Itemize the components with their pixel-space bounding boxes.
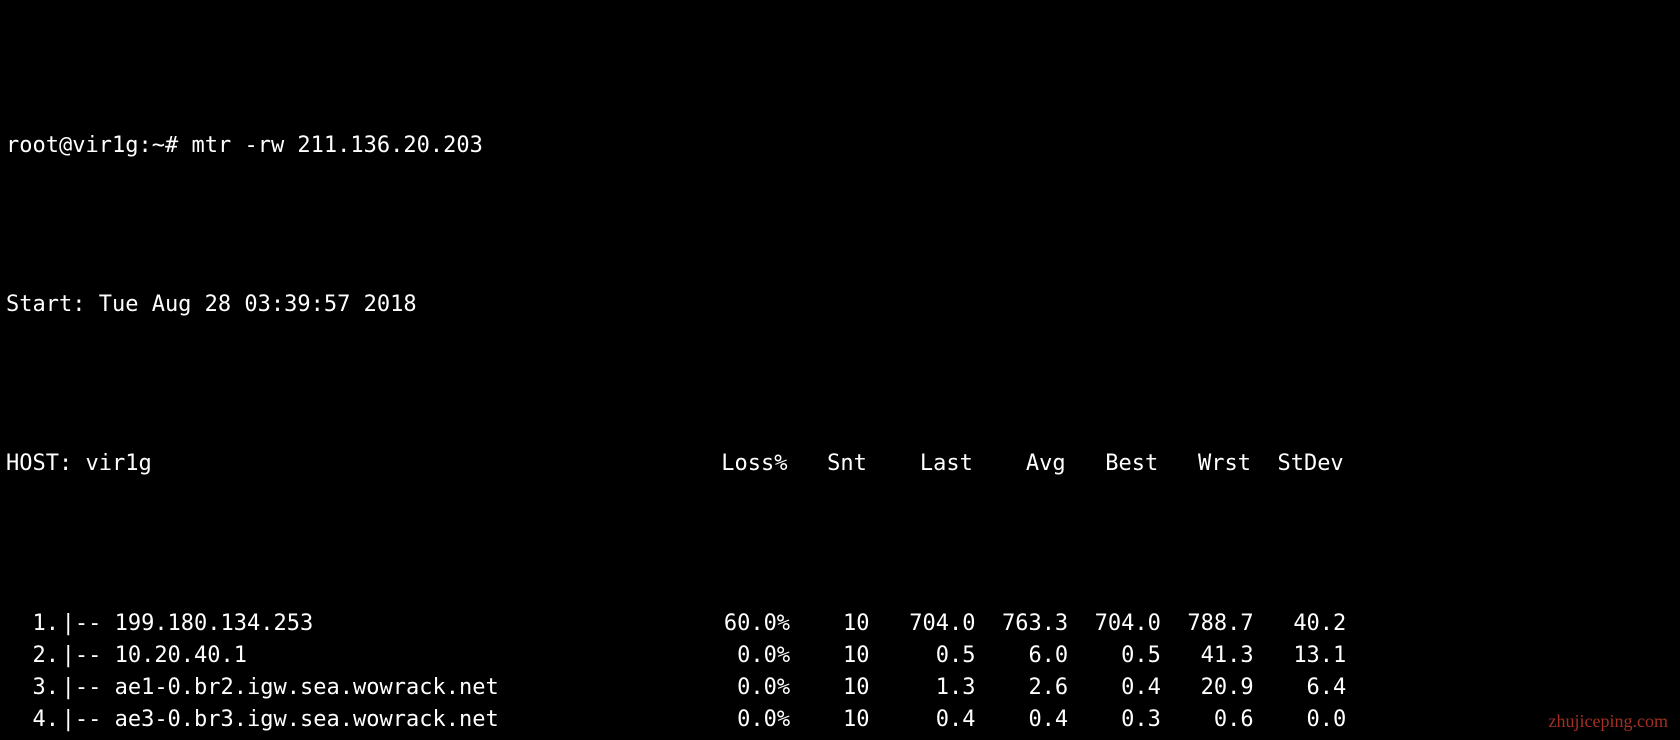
mtr-header-row: HOST: vir1gLoss%SntLastAvgBestWrstStDev (6, 448, 1674, 480)
hop-host: ae3-0.br3.igw.sea.wowrack.net (115, 704, 711, 736)
prompt-path: ~ (152, 130, 165, 162)
hop-snt: 10 (790, 640, 869, 672)
prompt-user: root (6, 130, 59, 162)
hop-wrst: 20.9 (1161, 672, 1254, 704)
hop-wrst: 0.6 (1161, 704, 1254, 736)
prompt-colon: : (138, 130, 151, 162)
header-stdev: StDev (1251, 448, 1344, 480)
hop-index: 3. (6, 672, 59, 704)
hop-avg: 0.4 (975, 704, 1068, 736)
watermark-text: zhujiceping.com (1549, 708, 1668, 734)
hop-separator: |-- (59, 704, 115, 736)
hop-loss: 0.0% (711, 735, 790, 740)
prompt-at: @ (59, 130, 72, 162)
space (178, 130, 191, 162)
hop-wrst: 41.3 (1161, 640, 1254, 672)
hop-last: 0.5 (870, 640, 976, 672)
mtr-hop-row: 2.|-- 10.20.40.10.0%100.56.00.541.313.1 (6, 640, 1674, 672)
hop-best: 0.4 (1068, 672, 1161, 704)
hop-host: ae1-0.br2.igw.sea.wowrack.net (115, 672, 711, 704)
hop-best: 0.3 (1068, 704, 1161, 736)
hop-snt: 10 (790, 735, 869, 740)
prompt-line: root@vir1g:~# mtr -rw 211.136.20.203 (6, 130, 1674, 162)
command-text: mtr -rw 211.136.20.203 (191, 130, 482, 162)
header-wrst: Wrst (1158, 448, 1251, 480)
hop-wrst: 4.2 (1161, 735, 1254, 740)
hop-index: 5. (6, 735, 59, 740)
mtr-hop-row: 3.|-- ae1-0.br2.igw.sea.wowrack.net0.0%1… (6, 672, 1674, 704)
header-host-label: HOST: vir1g (6, 448, 708, 480)
hop-loss: 0.0% (711, 704, 790, 736)
hop-stdev: 13.1 (1254, 640, 1347, 672)
mtr-hop-row: 1.|-- 199.180.134.25360.0%10704.0763.370… (6, 608, 1674, 640)
hop-last: 0.4 (870, 704, 976, 736)
hop-index: 4. (6, 704, 59, 736)
hop-last: 1.0 (870, 735, 976, 740)
hop-snt: 10 (790, 608, 869, 640)
hop-loss: 0.0% (711, 640, 790, 672)
terminal-output[interactable]: root@vir1g:~# mtr -rw 211.136.20.203 Sta… (0, 0, 1680, 740)
header-last: Last (867, 448, 973, 480)
hop-avg: 6.0 (975, 640, 1068, 672)
hop-loss: 0.0% (711, 672, 790, 704)
hop-separator: |-- (59, 640, 115, 672)
hop-avg: 2.1 (975, 735, 1068, 740)
hop-snt: 10 (790, 672, 869, 704)
hop-stdev: 0.0 (1254, 704, 1347, 736)
hop-separator: |-- (59, 608, 115, 640)
hop-index: 2. (6, 640, 59, 672)
header-snt: Snt (787, 448, 866, 480)
mtr-hop-row: 4.|-- ae3-0.br3.igw.sea.wowrack.net0.0%1… (6, 704, 1674, 736)
header-best: Best (1066, 448, 1159, 480)
mtr-hops: 1.|-- 199.180.134.25360.0%10704.0763.370… (6, 608, 1674, 740)
start-line: Start: Tue Aug 28 03:39:57 2018 (6, 289, 1674, 321)
hop-wrst: 788.7 (1161, 608, 1254, 640)
hop-host: sea-b2-link.telia.net (115, 735, 711, 740)
hop-last: 1.3 (870, 672, 976, 704)
hop-best: 704.0 (1068, 608, 1161, 640)
mtr-hop-row: 5.|-- sea-b2-link.telia.net0.0%101.02.10… (6, 735, 1674, 740)
prompt-sigil: # (165, 130, 178, 162)
header-avg: Avg (973, 448, 1066, 480)
hop-host: 10.20.40.1 (115, 640, 711, 672)
hop-avg: 763.3 (975, 608, 1068, 640)
hop-stdev: 6.4 (1254, 672, 1347, 704)
hop-best: 0.5 (1068, 640, 1161, 672)
hop-last: 704.0 (870, 608, 976, 640)
hop-stdev: 1.2 (1254, 735, 1347, 740)
hop-separator: |-- (59, 672, 115, 704)
hop-host: 199.180.134.253 (115, 608, 711, 640)
hop-snt: 10 (790, 704, 869, 736)
hop-separator: |-- (59, 735, 115, 740)
hop-loss: 60.0% (711, 608, 790, 640)
prompt-host: vir1g (72, 130, 138, 162)
hop-best: 0.9 (1068, 735, 1161, 740)
hop-avg: 2.6 (975, 672, 1068, 704)
header-loss: Loss% (708, 448, 787, 480)
start-text: Start: Tue Aug 28 03:39:57 2018 (6, 289, 417, 321)
hop-stdev: 40.2 (1254, 608, 1347, 640)
hop-index: 1. (6, 608, 59, 640)
